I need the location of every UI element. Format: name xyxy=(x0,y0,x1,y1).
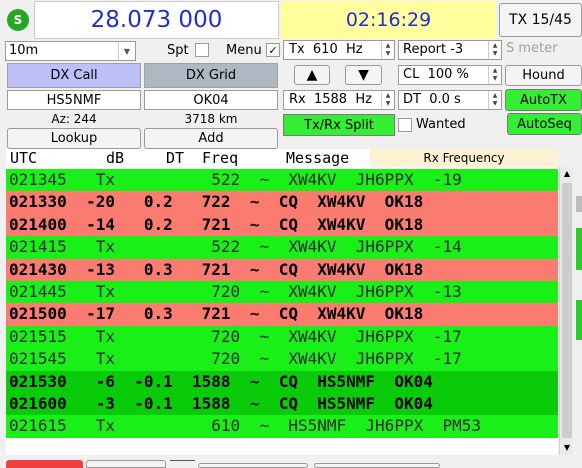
azimuth-text: Az: 244 xyxy=(51,112,97,126)
rx-frequency-spinbox[interactable]: Rx 1588 Hz ▲ ▼ xyxy=(283,90,395,110)
autotx-label: AutoTX xyxy=(519,92,568,108)
utc-clock: 02:16:29 xyxy=(281,1,496,39)
frequency-text: 28.073 000 xyxy=(90,7,223,33)
chevron-down-icon: ▼ xyxy=(118,42,135,60)
dx-call-input[interactable]: HS5NMF xyxy=(7,90,141,110)
decode-row[interactable]: 021415 Tx 522 ~ XW4KV JH6PPX -14 xyxy=(6,236,558,259)
wanted-checkbox[interactable] xyxy=(398,118,412,132)
header-freq: Freq xyxy=(202,149,239,167)
spin-arrows-icon[interactable]: ▲ ▼ xyxy=(488,41,501,59)
side-indicator xyxy=(576,196,582,212)
band-select[interactable]: 10m ▼ xyxy=(5,41,136,61)
decode-row[interactable]: 021615 Tx 610 ~ HS5NMF JH6PPX PM53 xyxy=(6,415,558,438)
hound-button[interactable]: Hound xyxy=(505,65,582,86)
bottom-button-red[interactable] xyxy=(6,460,83,468)
menu-checkbox[interactable]: ✓ xyxy=(266,43,280,57)
decode-list[interactable]: UTC dB DT Freq Message Rx Frequency 0213… xyxy=(6,149,558,455)
dt-value: DT 0.0 s xyxy=(403,92,461,107)
s-meter-field: S meter xyxy=(504,40,582,60)
report-value: Report -3 xyxy=(403,42,464,57)
dx-grid-label: DX Grid xyxy=(185,68,237,83)
decode-row[interactable]: 021345 Tx 522 ~ XW4KV JH6PPX -19 xyxy=(6,169,558,192)
report-spinbox[interactable]: Report -3 ▲ ▼ xyxy=(398,40,502,60)
dx-grid-header: DX Grid xyxy=(144,63,278,88)
dx-call-value: HS5NMF xyxy=(46,92,102,108)
scroll-up-icon[interactable]: ▲ xyxy=(560,167,574,181)
lookup-button[interactable]: Lookup xyxy=(7,128,141,149)
spt-label: Spt xyxy=(167,43,189,58)
spin-arrows-icon[interactable]: ▲ ▼ xyxy=(488,91,501,109)
autoseq-label: AutoSeq xyxy=(517,116,572,132)
tx-frequency-spinbox[interactable]: Tx 610 Hz ▲ ▼ xyxy=(283,40,395,60)
autotx-button[interactable]: AutoTX xyxy=(505,89,582,111)
scroll-down-icon[interactable]: ▼ xyxy=(560,441,574,455)
hound-label: Hound xyxy=(522,68,565,83)
up-arrow-icon: ▲ xyxy=(306,67,318,83)
decode-rows: 021345 Tx 522 ~ XW4KV JH6PPX -19 021330 -… xyxy=(6,169,558,438)
distance-text: 3718 km xyxy=(184,112,238,126)
band-value: 10m xyxy=(9,43,39,58)
decode-header: UTC dB DT Freq Message Rx Frequency xyxy=(6,149,558,167)
decode-row[interactable]: 021330 -20 0.2 722 ~ CQ XW4KV OK18 xyxy=(6,191,558,214)
add-label: Add xyxy=(198,131,224,146)
tx-period-label: TX 15/45 xyxy=(509,12,572,28)
frequency-display[interactable]: 28.073 000 xyxy=(34,1,279,39)
bottom-button[interactable] xyxy=(314,463,440,468)
rx-frequency-tab[interactable]: Rx Frequency xyxy=(370,149,558,167)
rx-frequency-value: Rx 1588 Hz xyxy=(289,92,372,107)
tx-freq-up-button[interactable]: ▲ xyxy=(294,65,330,85)
down-arrow-icon: ▼ xyxy=(358,67,369,83)
status-indicator: S xyxy=(7,9,29,31)
dx-call-header: DX Call xyxy=(7,63,141,88)
dx-grid-input[interactable]: OK04 xyxy=(144,90,278,110)
tx-frequency-value: Tx 610 Hz xyxy=(289,42,363,57)
status-glyph: S xyxy=(13,13,23,27)
bottom-slider[interactable] xyxy=(170,460,195,468)
header-utc: UTC xyxy=(10,149,38,167)
cl-spinbox[interactable]: CL 100 % ▲ ▼ xyxy=(398,65,502,85)
txrx-split-label: Tx/Rx Split xyxy=(304,117,374,133)
wanted-label: Wanted xyxy=(416,117,466,132)
side-indicator xyxy=(576,300,582,340)
side-indicator xyxy=(576,228,582,270)
decode-row[interactable]: 021600 -3 -0.1 1588 ~ CQ HS5NMF OK04 xyxy=(6,392,558,416)
bottom-button[interactable] xyxy=(198,463,308,468)
add-button[interactable]: Add xyxy=(144,128,278,149)
txrx-split-button[interactable]: Tx/Rx Split xyxy=(283,114,395,136)
cl-value: CL 100 % xyxy=(403,67,469,82)
decode-row[interactable]: 021545 Tx 720 ~ XW4KV JH6PPX -17 xyxy=(6,348,558,371)
decode-row[interactable]: 021400 -14 0.2 721 ~ CQ XW4KV OK18 xyxy=(6,213,558,237)
lookup-label: Lookup xyxy=(50,131,98,146)
spin-arrows-icon[interactable]: ▲ ▼ xyxy=(488,66,501,84)
dx-call-label: DX Call xyxy=(50,68,98,83)
header-message: Message xyxy=(286,149,350,167)
tx-period-button[interactable]: TX 15/45 xyxy=(499,3,582,37)
tx-freq-down-button[interactable]: ▼ xyxy=(345,65,382,85)
decode-row[interactable]: 021445 Tx 720 ~ XW4KV JH6PPX -13 xyxy=(6,280,558,304)
s-meter-placeholder: S meter xyxy=(506,41,558,56)
header-db: dB xyxy=(106,149,125,167)
vertical-scrollbar[interactable]: ▲ ▼ xyxy=(559,167,573,455)
spt-checkbox[interactable] xyxy=(195,43,209,57)
spin-arrows-icon[interactable]: ▲ ▼ xyxy=(381,41,394,59)
decode-row[interactable]: 021500 -17 0.3 721 ~ CQ XW4KV OK18 xyxy=(6,303,558,326)
dx-grid-value: OK04 xyxy=(193,92,229,108)
utc-time: 02:16:29 xyxy=(345,9,432,31)
dt-spinbox[interactable]: DT 0.0 s ▲ ▼ xyxy=(398,90,502,110)
scroll-thumb[interactable] xyxy=(562,183,572,438)
decode-row[interactable]: 021430 -13 0.3 721 ~ CQ XW4KV OK18 xyxy=(6,258,558,281)
bottom-button[interactable] xyxy=(86,460,166,468)
autoseq-button[interactable]: AutoSeq xyxy=(507,113,582,135)
menu-label: Menu xyxy=(226,43,262,58)
decode-row[interactable]: 021530 -6 -0.1 1588 ~ CQ HS5NMF OK04 xyxy=(6,370,558,393)
header-dt: DT xyxy=(166,149,185,167)
decode-row[interactable]: 021515 Tx 720 ~ XW4KV JH6PPX -17 xyxy=(6,325,558,349)
spin-arrows-icon[interactable]: ▲ ▼ xyxy=(381,91,394,109)
